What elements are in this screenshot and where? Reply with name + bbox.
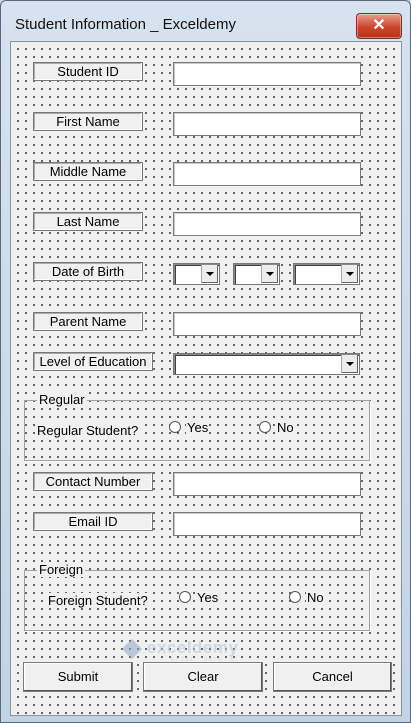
foreign-frame: Foreign Foreign Student? Yes No — [24, 562, 370, 631]
exceldemy-logo-icon — [121, 638, 143, 660]
middle-name-field[interactable] — [173, 162, 361, 186]
submit-button[interactable]: Submit — [23, 662, 133, 692]
regular-student-prompt: Regular Student? — [36, 423, 140, 438]
first-name-field[interactable] — [173, 112, 361, 136]
parent-name-field[interactable] — [173, 312, 361, 336]
close-button[interactable]: ✕ — [356, 13, 402, 39]
first-name-label: First Name — [33, 112, 143, 131]
window-title: Student Information _ Exceldemy — [15, 16, 236, 33]
regular-frame-caption: Regular — [37, 392, 87, 407]
foreign-frame-caption: Foreign — [37, 562, 86, 577]
title-bar[interactable]: Student Information _ Exceldemy ✕ — [1, 1, 410, 39]
exceldemy-watermark: exceldemy EXCEL · DATA · BI — [121, 638, 273, 664]
close-icon: ✕ — [372, 17, 386, 34]
radio-button-icon[interactable] — [169, 421, 181, 433]
dob-month-dropdown[interactable] — [233, 263, 280, 285]
parent-name-label: Parent Name — [33, 312, 143, 331]
last-name-field[interactable] — [173, 212, 361, 236]
chevron-down-icon[interactable] — [261, 265, 278, 283]
regular-no-label[interactable]: No — [276, 420, 295, 435]
contact-number-field[interactable] — [173, 472, 361, 496]
foreign-student-prompt: Foreign Student? — [47, 593, 149, 608]
email-id-label: Email ID — [33, 512, 153, 531]
watermark-name: exceldemy — [147, 638, 239, 657]
email-id-field[interactable] — [173, 512, 361, 536]
regular-yes-label[interactable]: Yes — [186, 420, 210, 435]
last-name-label: Last Name — [33, 212, 143, 231]
date-of-birth-label: Date of Birth — [33, 262, 143, 281]
form-body: Student ID First Name Middle Name Last N… — [10, 41, 402, 716]
chevron-down-icon[interactable] — [201, 265, 218, 283]
student-id-label: Student ID — [33, 62, 143, 81]
foreign-yes-label[interactable]: Yes — [196, 590, 220, 605]
regular-frame: Regular Regular Student? Yes No — [24, 392, 370, 461]
chevron-down-icon[interactable] — [341, 265, 358, 283]
radio-button-icon[interactable] — [259, 421, 271, 433]
middle-name-label: Middle Name — [33, 162, 143, 181]
contact-number-label: Contact Number — [33, 472, 153, 491]
userform-window: Student Information _ Exceldemy ✕ Studen… — [0, 0, 411, 723]
clear-button[interactable]: Clear — [143, 662, 263, 692]
student-id-field[interactable] — [173, 62, 361, 86]
chevron-down-icon[interactable] — [341, 355, 358, 373]
dob-day-dropdown[interactable] — [173, 263, 220, 285]
radio-button-icon[interactable] — [179, 591, 191, 603]
watermark-tagline: EXCEL · DATA · BI — [171, 657, 239, 663]
foreign-no-label[interactable]: No — [306, 590, 325, 605]
level-of-education-dropdown[interactable] — [173, 353, 360, 375]
cancel-button[interactable]: Cancel — [273, 662, 392, 692]
radio-button-icon[interactable] — [289, 591, 301, 603]
dob-year-dropdown[interactable] — [293, 263, 360, 285]
level-of-education-label: Level of Education — [33, 352, 153, 371]
